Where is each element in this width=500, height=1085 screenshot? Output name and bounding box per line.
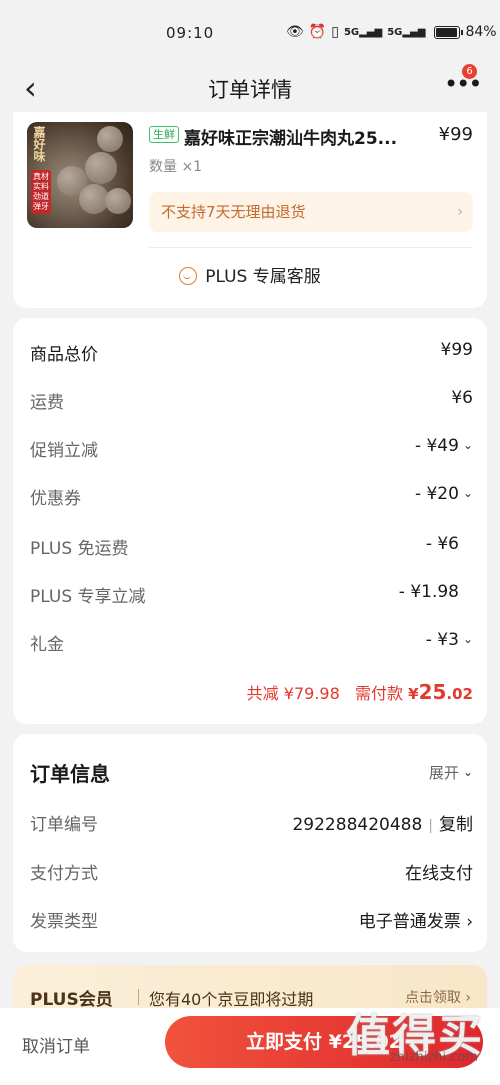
price-summary: 共减 ¥79.98 需付款 ¥25.02 <box>247 680 473 704</box>
price-breakdown-card: 商品总价 ¥99 运费 ¥6 促销立减 - ¥49 ⌄ 优惠券 - ¥20 ⌄ PL… <box>13 318 487 724</box>
plus-member-message: 您有40个京豆即将过期 <box>149 990 314 1009</box>
product-name[interactable]: 嘉好味正宗潮汕牛肉丸25... <box>184 124 430 149</box>
copy-button[interactable]: 复制 <box>439 815 473 835</box>
chevron-down-icon: ⌄ <box>462 438 473 452</box>
return-notice-text: 不支持7天无理由退货 <box>161 203 306 221</box>
price-row-shipping: 运费 ¥6 <box>30 388 473 418</box>
page-title: 订单详情 <box>208 78 292 102</box>
expand-button[interactable]: 展开 ⌄ <box>429 762 473 783</box>
alarm-icon: ⏰ <box>308 24 327 40</box>
product-card: 嘉好味 真材实料 劲道弹牙 生鲜 嘉好味正宗潮汕牛肉丸25... ¥99 数量 … <box>13 112 487 308</box>
product-quantity: 数量 ×1 <box>149 159 203 175</box>
price-row-label: 礼金 <box>30 635 64 655</box>
invoice-type-value: 电子普通发票 › <box>358 912 473 932</box>
price-row-value: ¥6 <box>451 388 473 408</box>
payable-amount: ¥25.02 <box>408 680 473 704</box>
chevron-down-icon: ⌄ <box>462 486 473 500</box>
price-row-value: - ¥6 <box>425 534 459 554</box>
order-number-row: 订单编号 292288420488 | 复制 <box>30 810 473 840</box>
price-row-value: ¥99 <box>440 340 473 360</box>
return-notice[interactable]: 不支持7天无理由退货 › <box>149 192 473 232</box>
price-row-value: - ¥49 ⌄ <box>414 436 473 456</box>
price-row-label: PLUS 免运费 <box>30 539 129 559</box>
price-row-label: 优惠券 <box>30 489 81 509</box>
fresh-tag: 生鲜 <box>149 126 179 143</box>
price-row-coupon[interactable]: 优惠券 - ¥20 ⌄ <box>30 484 473 514</box>
chevron-right-icon: › <box>466 912 473 932</box>
chevron-right-icon: › <box>457 204 463 220</box>
total-discount-value: ¥79.98 <box>283 684 340 703</box>
price-row-value: - ¥20 ⌄ <box>414 484 473 504</box>
more-menu-icon[interactable]: ••• <box>444 72 482 96</box>
price-row-value: - ¥3 ⌄ <box>425 630 473 650</box>
notification-badge: 6 <box>462 64 477 79</box>
price-row-value: - ¥1.98 <box>398 582 459 602</box>
customer-service-button[interactable]: PLUS 专属客服 <box>13 262 487 287</box>
battery-icon <box>434 25 464 39</box>
order-info-card: 订单信息 展开 ⌄ 订单编号 292288420488 | 复制 支付方式 在线支付 … <box>13 734 487 952</box>
payment-method-row: 支付方式 在线支付 <box>30 859 473 889</box>
nav-bar: ‹ 订单详情 ••• 6 <box>0 64 500 110</box>
chevron-down-icon: ⌄ <box>462 765 473 779</box>
price-row-label: PLUS 专享立减 <box>30 587 146 607</box>
invoice-type-label: 发票类型 <box>30 912 98 932</box>
divider <box>138 989 139 1005</box>
price-row-label: 运费 <box>30 393 64 413</box>
product-image-brand: 嘉好味 <box>32 126 46 162</box>
price-row-promotion[interactable]: 促销立减 - ¥49 ⌄ <box>30 436 473 466</box>
divider <box>149 247 473 248</box>
plus-member-title: PLUS会员 <box>30 990 113 1010</box>
status-bar: 09:10 👁 ⏰ ▯ 5G▂▄▆ 5G▂▄▆ 84% <box>0 0 500 66</box>
chevron-down-icon: ⌄ <box>462 632 473 646</box>
order-number-label: 订单编号 <box>30 815 98 835</box>
price-row-plus-shipping: PLUS 免运费 - ¥6 <box>30 534 473 564</box>
payable-label: 需付款 <box>355 684 404 703</box>
signal-icon-2: 5G▂▄▆ <box>387 26 426 38</box>
payment-method-value: 在线支付 <box>405 864 473 884</box>
product-image-tag: 真材实料 劲道弹牙 <box>31 170 51 214</box>
cancel-order-button[interactable]: 取消订单 <box>22 1032 90 1057</box>
vibrate-icon: ▯ <box>331 24 339 40</box>
status-icons: 👁 ⏰ ▯ 5G▂▄▆ 5G▂▄▆ 84% <box>286 24 497 40</box>
customer-service-label: PLUS 专属客服 <box>205 267 321 287</box>
watermark-url: zhizhizhi.com <box>390 1050 478 1065</box>
eye-icon: 👁 <box>286 24 304 40</box>
product-price: ¥99 <box>438 124 473 145</box>
invoice-type-row[interactable]: 发票类型 电子普通发票 › <box>30 907 473 937</box>
status-time: 09:10 <box>166 24 215 42</box>
smile-icon <box>179 267 198 285</box>
payment-method-label: 支付方式 <box>30 864 98 884</box>
order-number-value: 292288420488 | 复制 <box>292 815 473 835</box>
price-row-gift-money[interactable]: 礼金 - ¥3 ⌄ <box>30 630 473 660</box>
total-discount-label: 共减 <box>246 684 279 703</box>
order-info-title: 订单信息 <box>30 762 110 786</box>
price-row-label: 商品总价 <box>30 345 98 365</box>
battery-level: 84% <box>465 24 497 40</box>
product-image[interactable]: 嘉好味 真材实料 劲道弹牙 <box>27 122 133 228</box>
price-row-plus-discount: PLUS 专享立减 - ¥1.98 <box>30 582 473 612</box>
price-row-total: 商品总价 ¥99 <box>30 340 473 370</box>
price-row-label: 促销立减 <box>30 441 98 461</box>
signal-icon: 5G▂▄▆ <box>343 26 383 38</box>
